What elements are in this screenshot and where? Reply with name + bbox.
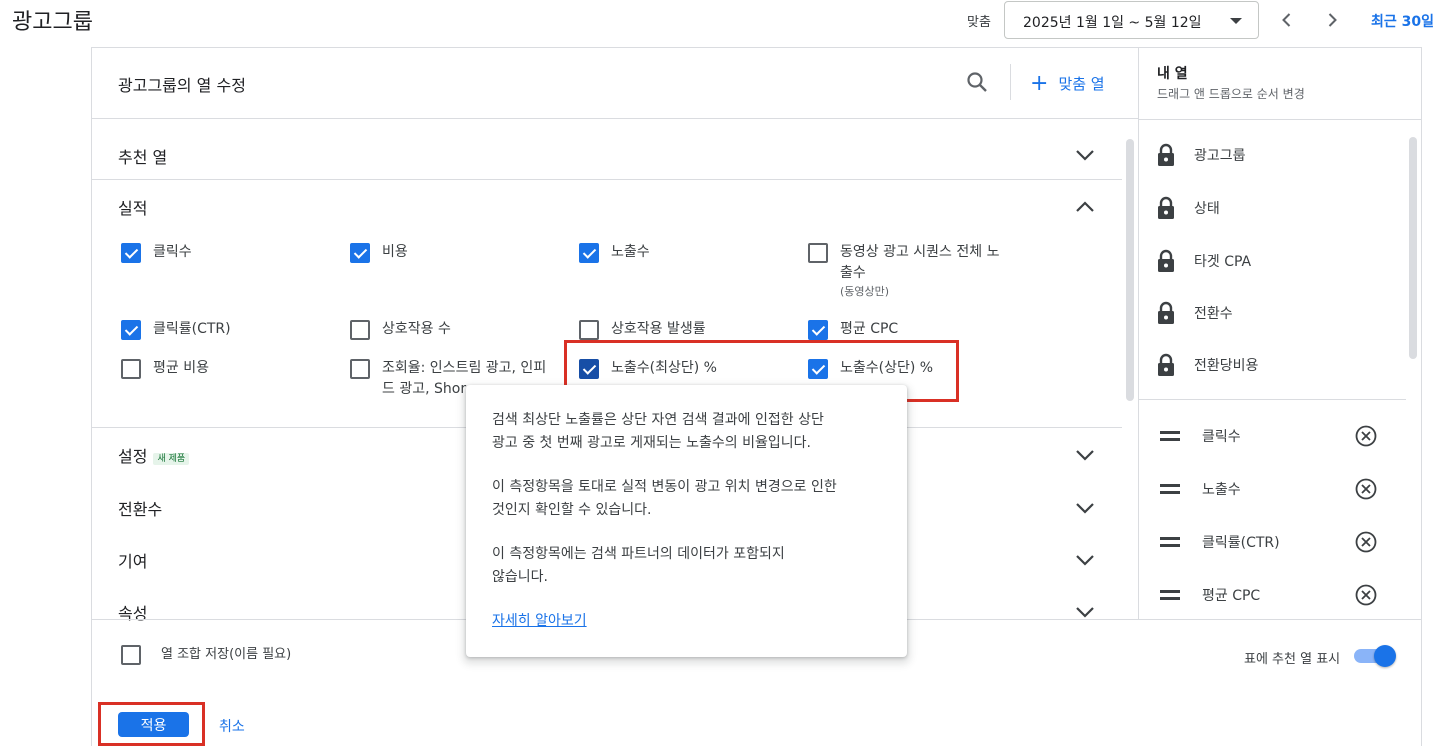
plus-icon: +: [1030, 70, 1049, 96]
metric-clicks[interactable]: 클릭수: [121, 243, 192, 263]
right-scrollbar[interactable]: [1409, 125, 1417, 615]
cancel-button[interactable]: 취소: [219, 716, 245, 736]
chevron-down-icon[interactable]: [1074, 444, 1096, 466]
lock-icon: [1158, 143, 1174, 166]
checkbox[interactable]: [121, 243, 141, 263]
panel-divider: [1138, 47, 1139, 619]
remove-column-icon[interactable]: [1355, 584, 1377, 606]
custom-column-label: 맞춤 열: [1058, 75, 1105, 93]
chevron-down-icon[interactable]: [1074, 549, 1096, 571]
chevron-down-icon[interactable]: [1074, 497, 1096, 519]
remove-column-icon[interactable]: [1355, 531, 1377, 553]
tooltip-paragraph: 이 측정항목에는 검색 파트너의 데이터가 포함되지 않습니다.: [492, 546, 785, 585]
metric-interaction-rate[interactable]: 상호작용 발생률: [579, 320, 706, 340]
tooltip-paragraph: 검색 최상단 노출률은 상단 자연 검색 결과에 인접한 상단 광고 중 첫 번째…: [492, 412, 824, 451]
my-columns-title: 내 열: [1157, 66, 1188, 82]
recent-30-days-link[interactable]: 최근 30일: [1371, 11, 1434, 31]
checkbox[interactable]: [350, 320, 370, 340]
prev-period-button[interactable]: [1273, 6, 1301, 34]
metric-impressions[interactable]: 노출수: [579, 243, 650, 263]
metric-tooltip: 검색 최상단 노출률은 상단 자연 검색 결과에 인접한 상단 광고 중 첫 번째…: [466, 385, 907, 657]
page-title: 광고그룹: [12, 10, 93, 35]
modal-title: 광고그룹의 열 수정: [118, 76, 246, 95]
section-settings[interactable]: 설정 새 제품: [118, 443, 190, 467]
drag-handle-icon[interactable]: [1160, 431, 1180, 441]
left-scrollbar[interactable]: [1126, 125, 1134, 615]
section-attribution[interactable]: 기여: [118, 548, 147, 572]
metric-avg-cpc[interactable]: 평균 CPC: [808, 320, 898, 340]
next-period-button[interactable]: [1318, 6, 1346, 34]
metric-video-full-impressions[interactable]: 동영상 광고 시퀀스 전체 노 출수 (동영상만): [808, 243, 1030, 300]
section-recommended[interactable]: 추천 열: [118, 144, 167, 168]
search-icon: [967, 72, 987, 92]
drag-handle-icon[interactable]: [1160, 537, 1180, 547]
divider: [1139, 119, 1421, 120]
show-recommended-label: 표에 추천 열 표시: [1244, 652, 1341, 667]
my-columns-subtitle: 드래그 앤 드롭으로 순서 변경: [1157, 87, 1305, 101]
save-column-combo[interactable]: 열 조합 저장(이름 필요): [121, 645, 291, 665]
remove-column-icon[interactable]: [1355, 478, 1377, 500]
checkbox[interactable]: [350, 243, 370, 263]
checkbox[interactable]: [121, 645, 141, 665]
checkbox[interactable]: [579, 243, 599, 263]
draggable-column[interactable]: 클릭수: [1160, 426, 1241, 446]
metric-cost[interactable]: 비용: [350, 243, 408, 263]
draggable-column[interactable]: 노출수: [1160, 479, 1241, 499]
chevron-right-icon: [1328, 13, 1337, 27]
section-performance[interactable]: 실적: [118, 195, 147, 219]
locked-column: 전환당비용: [1156, 353, 1258, 377]
metric-avg-cost[interactable]: 평균 비용: [121, 359, 209, 379]
divider: [92, 179, 1122, 180]
checkbox[interactable]: [350, 359, 370, 379]
lock-icon: [1158, 249, 1174, 272]
lock-icon: [1158, 196, 1174, 219]
custom-column-button[interactable]: + 맞춤 열: [1030, 70, 1105, 96]
metric-ctr[interactable]: 클릭률(CTR): [121, 320, 231, 340]
chevron-down-icon[interactable]: [1074, 144, 1096, 166]
locked-column: 광고그룹: [1156, 143, 1246, 167]
section-attributes[interactable]: 속성: [118, 600, 147, 624]
date-range-value: 2025년 1월 1일 ~ 5월 12일: [1023, 15, 1202, 31]
chevron-up-icon[interactable]: [1074, 196, 1096, 218]
search-button[interactable]: [965, 70, 991, 96]
section-conversions[interactable]: 전환수: [118, 496, 162, 520]
tooltip-paragraph: 이 측정항목을 토대로 실적 변동이 광고 위치 변경으로 인한 것인지 확인할 …: [492, 479, 837, 518]
new-badge: 새 제품: [153, 453, 190, 465]
lock-icon: [1158, 353, 1174, 376]
show-recommended-toggle[interactable]: [1354, 645, 1396, 667]
draggable-column[interactable]: 평균 CPC: [1160, 585, 1260, 605]
remove-column-icon[interactable]: [1355, 425, 1377, 447]
highlight-box: [98, 702, 205, 746]
header-separator: [1010, 64, 1011, 100]
drag-handle-icon[interactable]: [1160, 590, 1180, 600]
learn-more-link[interactable]: 자세히 알아보기: [492, 613, 587, 629]
locked-column: 전환수: [1156, 301, 1233, 325]
chevron-left-icon: [1282, 13, 1291, 27]
checkbox[interactable]: [808, 320, 828, 340]
lock-icon: [1158, 301, 1174, 324]
checkbox[interactable]: [808, 243, 828, 263]
checkbox[interactable]: [121, 359, 141, 379]
checkbox[interactable]: [579, 320, 599, 340]
caret-down-icon: [1230, 18, 1242, 24]
fit-label: 맞춤: [967, 15, 991, 30]
divider: [1139, 399, 1406, 400]
drag-handle-icon[interactable]: [1160, 484, 1180, 494]
locked-column: 상태: [1156, 196, 1220, 220]
date-range-select[interactable]: 2025년 1월 1일 ~ 5월 12일: [1004, 1, 1259, 39]
metric-interactions[interactable]: 상호작용 수: [350, 320, 451, 340]
divider: [92, 118, 1138, 119]
checkbox[interactable]: [121, 320, 141, 340]
locked-column: 타겟 CPA: [1156, 249, 1251, 273]
draggable-column[interactable]: 클릭률(CTR): [1160, 532, 1280, 552]
